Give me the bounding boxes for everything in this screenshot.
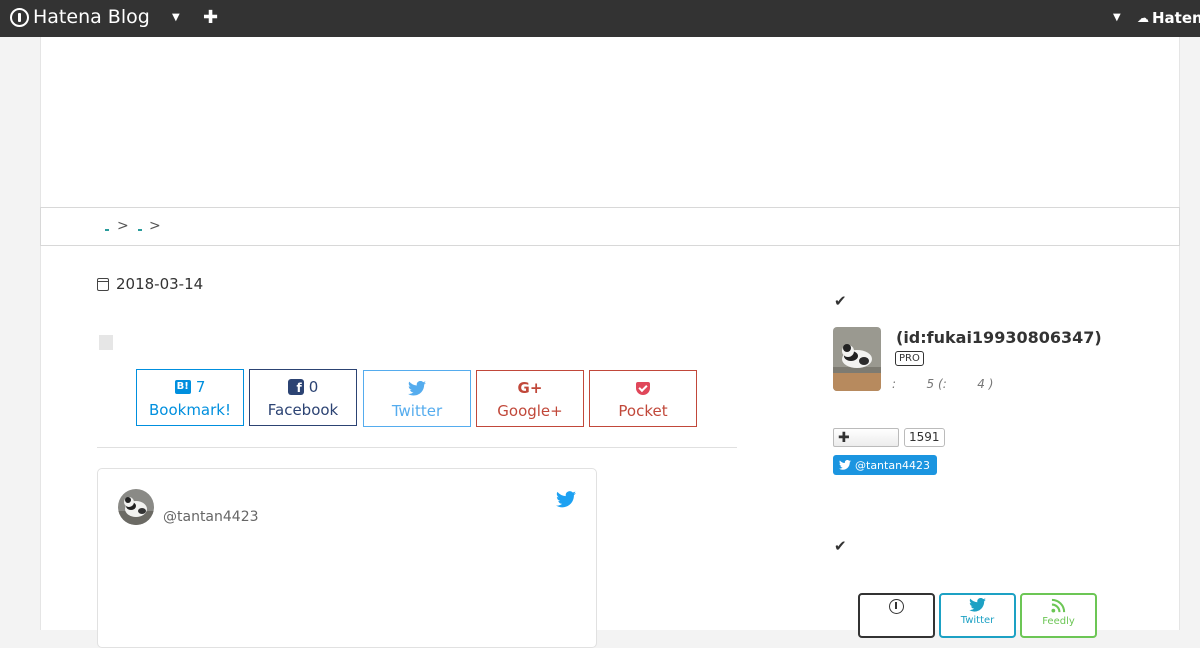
hatena-logo-icon — [889, 599, 904, 614]
twitter-follow-button[interactable]: @tantan4423 — [833, 455, 938, 475]
article-date-text[interactable]: 2018-03-14 — [116, 275, 203, 293]
pocket-label: Pocket — [618, 402, 668, 420]
hatena-logo-icon — [10, 7, 29, 27]
facebook-share-button[interactable]: f 0 Facebook — [249, 369, 357, 426]
twitter-bird-icon — [408, 380, 426, 396]
subscribe-twitter-label: Twitter — [960, 615, 995, 626]
breadcrumb: > > — [40, 207, 1180, 246]
profile-avatar[interactable] — [833, 327, 881, 391]
twitter-bird-icon[interactable] — [556, 491, 576, 508]
twitter-share-button[interactable]: Twitter — [363, 370, 471, 427]
facebook-icon: f — [287, 379, 304, 395]
bookmark-count: 7 — [195, 378, 206, 396]
hatena-mark-icon: ☁ — [1137, 11, 1149, 25]
pocket-icon — [636, 381, 650, 395]
twitter-bird-icon — [839, 460, 851, 470]
hatena-link[interactable]: ☁ Haten — [1137, 9, 1200, 27]
cat-avatar-image — [118, 489, 154, 525]
google-plus-icon: G+ — [517, 379, 543, 397]
facebook-count: 0 — [308, 378, 319, 396]
pro-badge: PRO — [895, 351, 924, 366]
cat-profile-image — [833, 327, 881, 391]
caret-down-icon[interactable]: ▼ — [172, 12, 180, 23]
subscribe-hatena-button[interactable] — [858, 593, 935, 638]
hatena-link-label: Haten — [1152, 9, 1200, 27]
breadcrumb-separator: > — [117, 218, 129, 234]
breadcrumb-separator: > — [149, 218, 161, 234]
bookmark-label: Bookmark! — [148, 401, 231, 419]
rss-icon — [1051, 598, 1066, 613]
brand-name: Hatena Blog — [33, 6, 150, 28]
subscribe-twitter-button[interactable]: Twitter — [939, 593, 1016, 638]
tweet-avatar[interactable] — [118, 489, 154, 525]
subscribe-feedly-button[interactable]: Feedly — [1020, 593, 1097, 638]
google-plus-label: Google+ — [497, 402, 563, 420]
tweet-handle[interactable]: @tantan4423 — [163, 509, 259, 525]
account-caret-down-icon[interactable]: ▼ — [1113, 12, 1121, 23]
article-title-placeholder — [99, 335, 113, 350]
global-header: Hatena Blog ▼ ✚ ▼ ☁ Haten — [0, 0, 1200, 37]
hatena-blog-logo[interactable]: Hatena Blog — [10, 6, 150, 28]
facebook-label: Facebook — [267, 401, 339, 419]
article-date: 2018-03-14 — [97, 275, 203, 293]
profile-id[interactable]: (id:fukai19930806347) — [896, 328, 1102, 347]
check-icon: ✔ — [834, 537, 847, 555]
calendar-icon — [97, 277, 109, 291]
plus-icon: ✚ — [838, 429, 850, 446]
breadcrumb-link-category[interactable] — [138, 229, 142, 231]
twitter-follow-label: @tantan4423 — [855, 458, 931, 472]
follower-count: 1591 — [904, 428, 945, 447]
pocket-share-button[interactable]: Pocket — [589, 370, 697, 427]
twitter-label: Twitter — [391, 402, 443, 420]
divider — [97, 447, 737, 448]
google-plus-share-button[interactable]: G+ Google+ — [476, 370, 584, 427]
hatena-bookmark-icon: B! — [174, 380, 191, 394]
twitter-bird-icon — [969, 598, 986, 612]
profile-stats: : 5 (: 4 ) — [892, 377, 994, 391]
hatena-follow-button[interactable]: ✚ — [833, 428, 899, 447]
check-icon: ✔ — [834, 292, 847, 310]
hatena-bookmark-button[interactable]: B! 7 Bookmark! — [136, 369, 244, 426]
subscribe-feedly-label: Feedly — [1042, 616, 1075, 627]
breadcrumb-link-home[interactable] — [105, 229, 109, 231]
embedded-tweet[interactable]: @tantan4423 — [97, 468, 597, 648]
plus-icon[interactable]: ✚ — [203, 7, 218, 28]
